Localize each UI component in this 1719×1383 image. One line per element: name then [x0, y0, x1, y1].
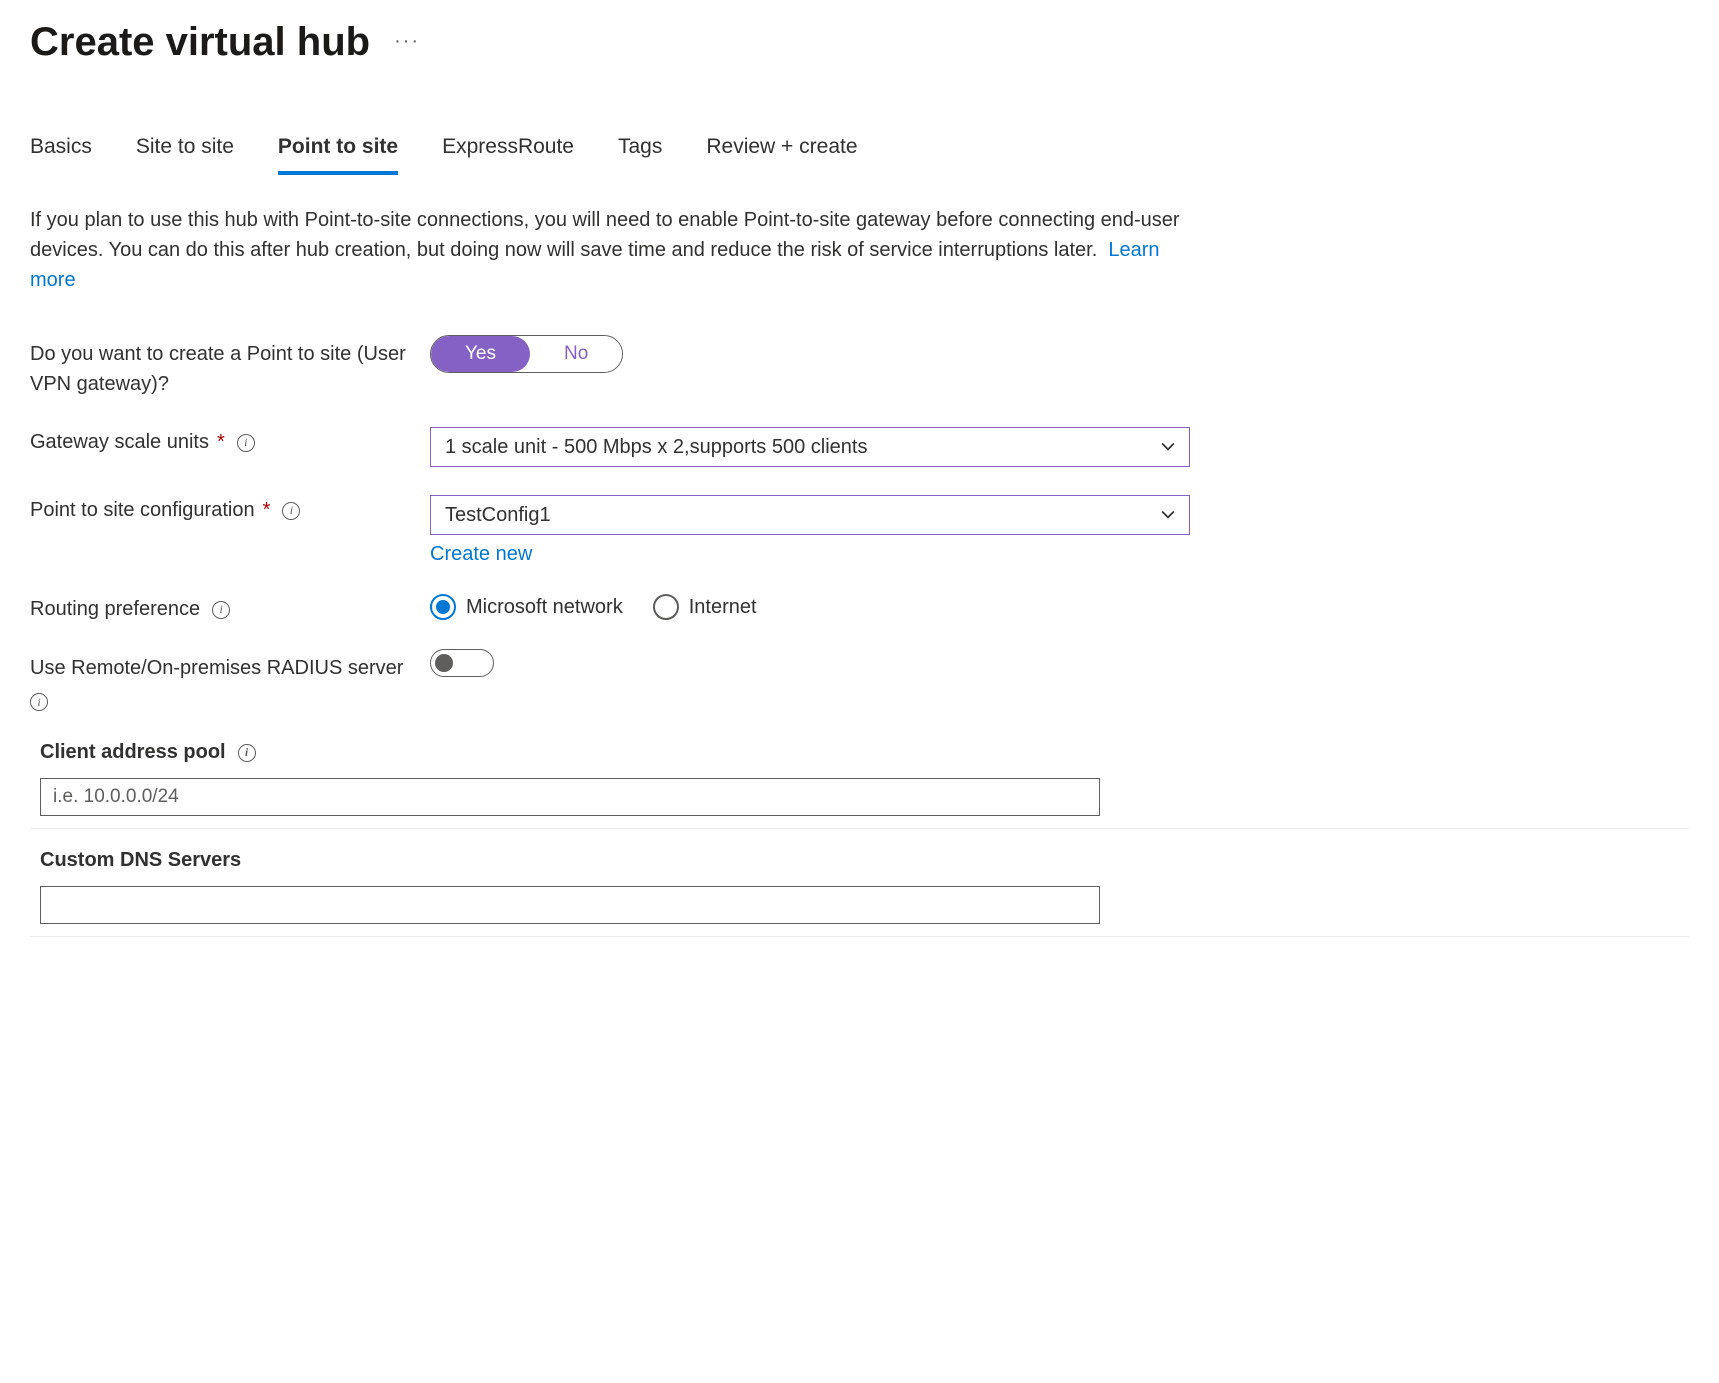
label-routing-pref-text: Routing preference — [30, 598, 200, 621]
info-icon[interactable]: i — [282, 502, 300, 520]
gateway-scale-value: 1 scale unit - 500 Mbps x 2,supports 500… — [445, 436, 867, 459]
label-p2s-config: Point to site configuration * i — [30, 495, 430, 522]
divider — [30, 828, 1689, 829]
tab-description: If you plan to use this hub with Point-t… — [30, 205, 1180, 295]
p2s-config-select[interactable]: TestConfig1 — [430, 495, 1190, 535]
client-pool-header: Client address pool i — [30, 741, 1689, 764]
client-pool-input[interactable] — [40, 778, 1100, 816]
row-gateway-scale: Gateway scale units * i 1 scale unit - 5… — [30, 427, 1689, 467]
control-p2s-config: TestConfig1 Create new — [430, 495, 1190, 566]
routing-pref-internet-label: Internet — [689, 596, 757, 619]
gateway-scale-select[interactable]: 1 scale unit - 500 Mbps x 2,supports 500… — [430, 427, 1190, 467]
row-create-p2s: Do you want to create a Point to site (U… — [30, 335, 1689, 399]
tab-point-to-site[interactable]: Point to site — [278, 135, 398, 175]
tab-review-create[interactable]: Review + create — [706, 135, 857, 175]
create-new-link[interactable]: Create new — [430, 543, 532, 566]
label-routing-pref: Routing preference i — [30, 594, 430, 621]
tab-bar: Basics Site to site Point to site Expres… — [30, 135, 1689, 175]
routing-pref-ms-label: Microsoft network — [466, 596, 623, 619]
tab-expressroute[interactable]: ExpressRoute — [442, 135, 574, 175]
radio-selected-icon — [430, 594, 456, 620]
dns-header: Custom DNS Servers — [30, 849, 1689, 872]
label-radius: Use Remote/On-premises RADIUS server i — [30, 649, 430, 713]
page-title: Create virtual hub — [30, 20, 370, 65]
dns-input[interactable] — [40, 886, 1100, 924]
dns-header-text: Custom DNS Servers — [40, 849, 241, 872]
tab-basics[interactable]: Basics — [30, 135, 92, 175]
label-p2s-config-text: Point to site configuration — [30, 499, 255, 522]
more-actions-icon[interactable]: ··· — [394, 31, 420, 55]
control-routing-pref: Microsoft network Internet — [430, 594, 1190, 620]
row-routing-pref: Routing preference i Microsoft network I… — [30, 594, 1689, 621]
row-p2s-config: Point to site configuration * i TestConf… — [30, 495, 1689, 566]
switch-knob-icon — [435, 654, 453, 672]
routing-pref-ms-network[interactable]: Microsoft network — [430, 594, 623, 620]
required-marker: * — [263, 499, 271, 522]
create-p2s-yes[interactable]: Yes — [431, 336, 530, 372]
radius-switch[interactable] — [430, 649, 494, 677]
p2s-config-value: TestConfig1 — [445, 504, 551, 527]
info-icon[interactable]: i — [30, 693, 48, 711]
label-radius-text: Use Remote/On-premises RADIUS server — [30, 657, 403, 679]
label-gateway-scale-text: Gateway scale units — [30, 431, 209, 454]
control-gateway-scale: 1 scale unit - 500 Mbps x 2,supports 500… — [430, 427, 1190, 467]
description-text: If you plan to use this hub with Point-t… — [30, 209, 1180, 261]
routing-pref-internet[interactable]: Internet — [653, 594, 757, 620]
label-gateway-scale: Gateway scale units * i — [30, 427, 430, 454]
client-pool-header-text: Client address pool — [40, 741, 226, 764]
divider — [30, 936, 1689, 937]
info-icon[interactable]: i — [237, 434, 255, 452]
row-radius: Use Remote/On-premises RADIUS server i — [30, 649, 1689, 713]
tab-tags[interactable]: Tags — [618, 135, 662, 175]
info-icon[interactable]: i — [212, 601, 230, 619]
routing-pref-radio-group: Microsoft network Internet — [430, 594, 1190, 620]
chevron-down-icon — [1161, 508, 1175, 522]
label-create-p2s: Do you want to create a Point to site (U… — [30, 335, 430, 399]
control-create-p2s: Yes No — [430, 335, 1190, 373]
chevron-down-icon — [1161, 440, 1175, 454]
page-header: Create virtual hub ··· — [30, 20, 1689, 65]
radio-unselected-icon — [653, 594, 679, 620]
tab-site-to-site[interactable]: Site to site — [136, 135, 234, 175]
create-p2s-toggle[interactable]: Yes No — [430, 335, 623, 373]
info-icon[interactable]: i — [238, 744, 256, 762]
required-marker: * — [217, 431, 225, 454]
control-radius — [430, 649, 1190, 677]
create-p2s-no[interactable]: No — [530, 336, 622, 372]
